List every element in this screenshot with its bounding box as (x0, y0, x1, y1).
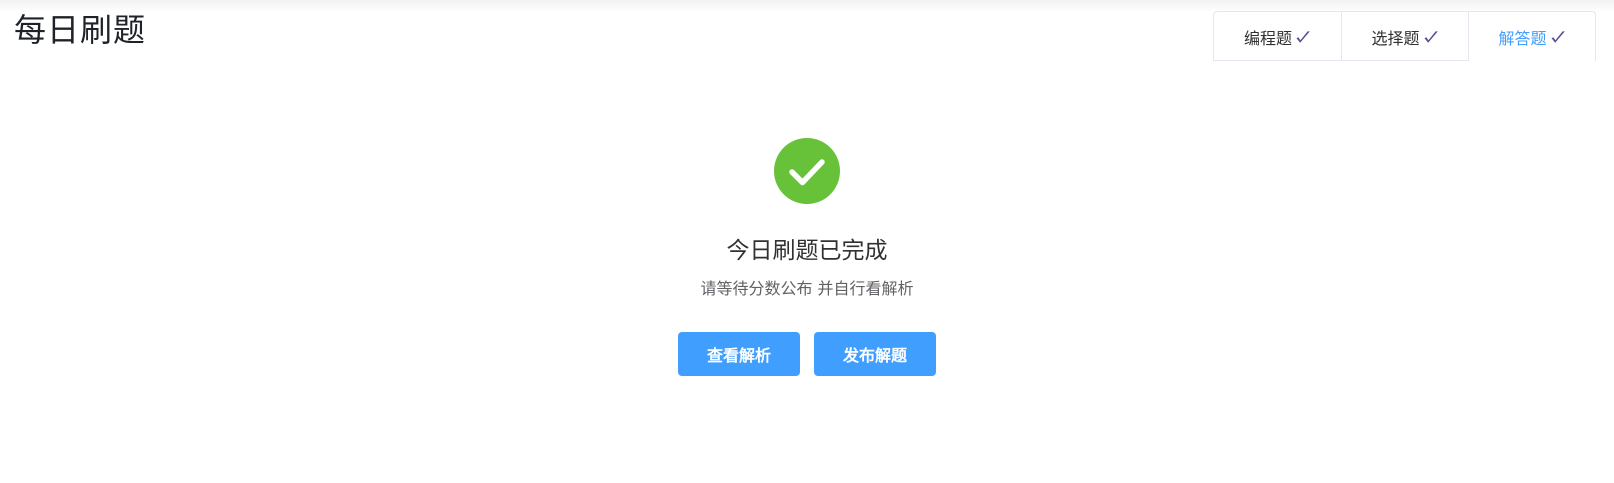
check-icon (1551, 30, 1565, 43)
check-icon (1424, 30, 1438, 43)
result-panel: 今日刷题已完成 请等待分数公布 并自行看解析 查看解析 发布解题 (0, 138, 1614, 376)
tab-label: 编程题 (1243, 28, 1292, 48)
tab-programming[interactable]: 编程题 (1214, 12, 1341, 61)
success-check-icon (774, 138, 840, 204)
question-type-tabs: 编程题 选择题 解答题 (1213, 11, 1596, 61)
page: 每日刷题 编程题 选择题 解答题 今日刷题已完成 请等待分数公布 并自行看解析 … (0, 0, 1614, 483)
page-title: 每日刷题 (14, 11, 147, 49)
result-actions: 查看解析 发布解题 (0, 332, 1614, 376)
tab-label: 解答题 (1498, 28, 1547, 48)
check-icon (1296, 30, 1310, 43)
tab-answer-questions[interactable]: 解答题 (1468, 12, 1595, 61)
tab-multiple-choice[interactable]: 选择题 (1341, 12, 1468, 61)
tab-label: 选择题 (1371, 28, 1420, 48)
tabs-divider (1213, 60, 1468, 61)
publish-solution-button[interactable]: 发布解题 (814, 332, 936, 376)
result-title: 今日刷题已完成 (726, 238, 888, 264)
view-analysis-button[interactable]: 查看解析 (678, 332, 800, 376)
result-subtitle: 请等待分数公布 并自行看解析 (700, 279, 914, 298)
